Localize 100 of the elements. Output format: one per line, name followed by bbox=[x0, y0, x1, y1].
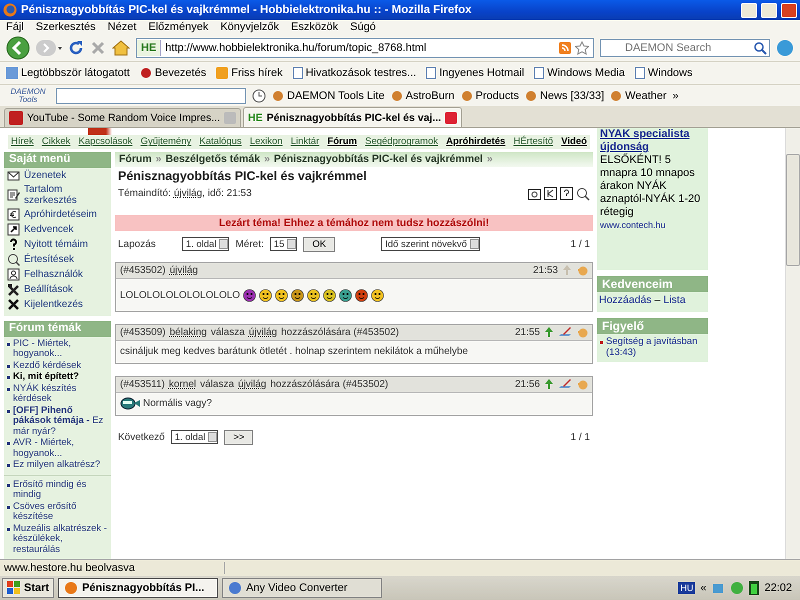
bookmark[interactable]: Windows bbox=[634, 67, 692, 79]
user-link[interactable]: újvilág bbox=[170, 264, 198, 276]
show-hidden-icons-button[interactable]: « bbox=[700, 582, 706, 594]
language-indicator[interactable]: HU bbox=[678, 582, 696, 594]
nav-link[interactable]: Gyűjtemény bbox=[140, 136, 192, 148]
toolbar-item[interactable]: DAEMON Tools Lite bbox=[272, 90, 385, 102]
bookmark[interactable]: Hivatkozások testres... bbox=[292, 67, 416, 79]
nav-link[interactable]: Segédprogramok bbox=[365, 136, 438, 148]
ok-button[interactable]: OK bbox=[303, 236, 336, 252]
taskbar-window[interactable]: Pénisznagyobbítás PI... bbox=[58, 578, 218, 598]
maximize-button[interactable] bbox=[761, 2, 777, 18]
menu-link[interactable]: Apróhirdetéseim bbox=[4, 206, 111, 222]
topic-link[interactable]: Ki, mit épített? bbox=[13, 372, 79, 382]
toolbar-search-field[interactable] bbox=[56, 88, 246, 104]
user-link[interactable]: újvilág bbox=[238, 378, 266, 390]
daemon-tools-logo[interactable]: DAEMON Tools bbox=[6, 88, 50, 104]
more-button[interactable]: » bbox=[672, 90, 679, 102]
menu-link[interactable]: Értesítések bbox=[4, 252, 111, 266]
start-button[interactable]: Start bbox=[2, 578, 54, 598]
nav-link[interactable]: Apróhirdetés bbox=[446, 136, 506, 148]
smiley-icon bbox=[323, 289, 336, 302]
page-select[interactable]: 1. oldal bbox=[182, 237, 230, 251]
menu-item[interactable]: Előzmények bbox=[148, 21, 208, 33]
sort-select[interactable]: Idő szerint növekvő bbox=[381, 237, 480, 251]
browser-tab[interactable]: YouTube - Some Random Voice Impres... bbox=[4, 108, 241, 127]
size-select[interactable]: 15 bbox=[270, 237, 298, 251]
pager-label: Lapozás bbox=[118, 238, 156, 250]
breadcrumb-link[interactable]: Pénisznagyobbítás PIC-kel és vajkrémmel bbox=[274, 153, 483, 165]
topic-link[interactable]: Kezdő kérdések bbox=[13, 360, 82, 371]
page-select[interactable]: 1. oldal bbox=[170, 430, 218, 444]
k-box-icon bbox=[544, 187, 557, 200]
bookmark[interactable]: Bevezetés bbox=[140, 67, 206, 79]
bookmark[interactable]: Windows Media bbox=[534, 67, 625, 79]
add-link[interactable]: Hozzáadás bbox=[599, 294, 652, 306]
search-field[interactable]: DAEMON Search bbox=[600, 38, 770, 56]
menu-item[interactable]: Nézet bbox=[108, 21, 136, 33]
topic-link[interactable]: Csöves erősítő készítése bbox=[13, 502, 109, 522]
user-link[interactable]: újvilág bbox=[248, 326, 278, 338]
menu-item[interactable]: Eszközök bbox=[291, 21, 338, 33]
size-label: Méret: bbox=[235, 238, 264, 250]
topic-link[interactable]: AVR - Miértek, hogyanok... bbox=[13, 438, 109, 459]
topic-link[interactable]: [OFF] Pihenő pákások témája - Ez már nyár? bbox=[13, 406, 109, 437]
ad-url[interactable]: www.contech.hu bbox=[600, 219, 705, 232]
toolbar-item[interactable]: AstroBurn bbox=[390, 90, 455, 102]
menu-link[interactable]: Tartalom szerkesztés bbox=[4, 182, 111, 206]
menu-link[interactable]: Nyitott témáim bbox=[4, 236, 111, 252]
user-link[interactable]: bélaking bbox=[170, 326, 207, 338]
breadcrumb-link[interactable]: Fórum bbox=[119, 153, 152, 165]
ad-headline-link[interactable]: NYAK specialista újdonság bbox=[600, 128, 705, 154]
topic-link[interactable]: Muzeális alkatrészek - készülékek, restaurálás bbox=[13, 524, 109, 555]
topic-link[interactable]: NYÁK készítés kérdések bbox=[13, 384, 109, 404]
nav-link[interactable]: Linktár bbox=[290, 136, 320, 148]
menu-item[interactable]: Fájl bbox=[6, 21, 24, 33]
toolbar-item[interactable]: Weather bbox=[610, 90, 667, 102]
search-icon bbox=[754, 42, 767, 54]
menu-item[interactable]: Könyvjelzők bbox=[220, 21, 280, 33]
bookmark[interactable]: Ingyenes Hotmail bbox=[426, 67, 524, 79]
address-bar[interactable]: HE http://www.hobbielektronika.hu/forum/topic_8768.html bbox=[136, 38, 594, 58]
nav-link[interactable]: Katalógus bbox=[199, 136, 242, 148]
bookmark[interactable]: Friss hírek bbox=[216, 67, 283, 79]
menu-link[interactable]: Kijelentkezés bbox=[4, 296, 111, 312]
menu-link[interactable]: Üzenetek bbox=[4, 168, 111, 182]
taskbar-window[interactable]: Any Video Converter bbox=[222, 578, 382, 598]
user-link[interactable]: kornel bbox=[168, 378, 196, 390]
nav-link[interactable]: Cikkek bbox=[42, 136, 70, 148]
toolbar-item[interactable]: News [33/33] bbox=[524, 90, 604, 102]
menu-item[interactable]: Szerkesztés bbox=[36, 21, 96, 33]
nav-link[interactable]: Hírek bbox=[11, 136, 34, 148]
next-button[interactable]: >> bbox=[224, 430, 254, 444]
topic-link[interactable]: Ez milyen alkatrész? bbox=[13, 460, 100, 470]
page-icon bbox=[534, 67, 544, 79]
minimize-button[interactable] bbox=[741, 2, 757, 18]
smiley-icon bbox=[259, 289, 272, 302]
menu-link[interactable]: Kedvencek bbox=[4, 222, 111, 236]
browser-tab[interactable]: HE Pénisznagyobbítás PIC-kel és vaj... bbox=[243, 107, 462, 127]
help-icon bbox=[7, 238, 20, 250]
nav-link[interactable]: Kapcsolások bbox=[78, 136, 132, 148]
scrollbar[interactable] bbox=[785, 128, 800, 559]
breadcrumb-link[interactable]: Beszélgetős témák bbox=[166, 153, 260, 165]
smiley-icon bbox=[243, 289, 256, 302]
user-link[interactable]: újvilág bbox=[174, 188, 202, 199]
bookmark[interactable]: Legtöbbször látogatott bbox=[6, 67, 130, 79]
close-tab-icon[interactable] bbox=[445, 112, 458, 124]
topic-link[interactable]: PIC - Miértek, hogyanok... bbox=[13, 338, 109, 360]
topic-link[interactable]: Erősítő mindig és mindig bbox=[13, 480, 109, 500]
windows-logo-icon bbox=[7, 581, 21, 595]
menu-link[interactable]: Beállítások bbox=[4, 282, 111, 296]
menu-item[interactable]: Súgó bbox=[350, 21, 376, 33]
watch-link[interactable]: Segítség a javításban (13:43) bbox=[606, 337, 705, 358]
meter-icon bbox=[749, 581, 760, 595]
toolbar-item-icon bbox=[524, 90, 537, 102]
close-button[interactable] bbox=[781, 2, 797, 18]
nav-link[interactable]: Videó bbox=[561, 136, 587, 148]
nav-link[interactable]: HÉrtesítő bbox=[513, 136, 554, 148]
menu-link[interactable]: Felhasználók bbox=[4, 266, 111, 282]
list-link[interactable]: Lista bbox=[663, 294, 686, 306]
nav-link[interactable]: Fórum bbox=[327, 136, 357, 148]
arrow-icon bbox=[544, 326, 554, 338]
toolbar-item[interactable]: Products bbox=[460, 90, 519, 102]
nav-link[interactable]: Lexikon bbox=[250, 136, 283, 148]
